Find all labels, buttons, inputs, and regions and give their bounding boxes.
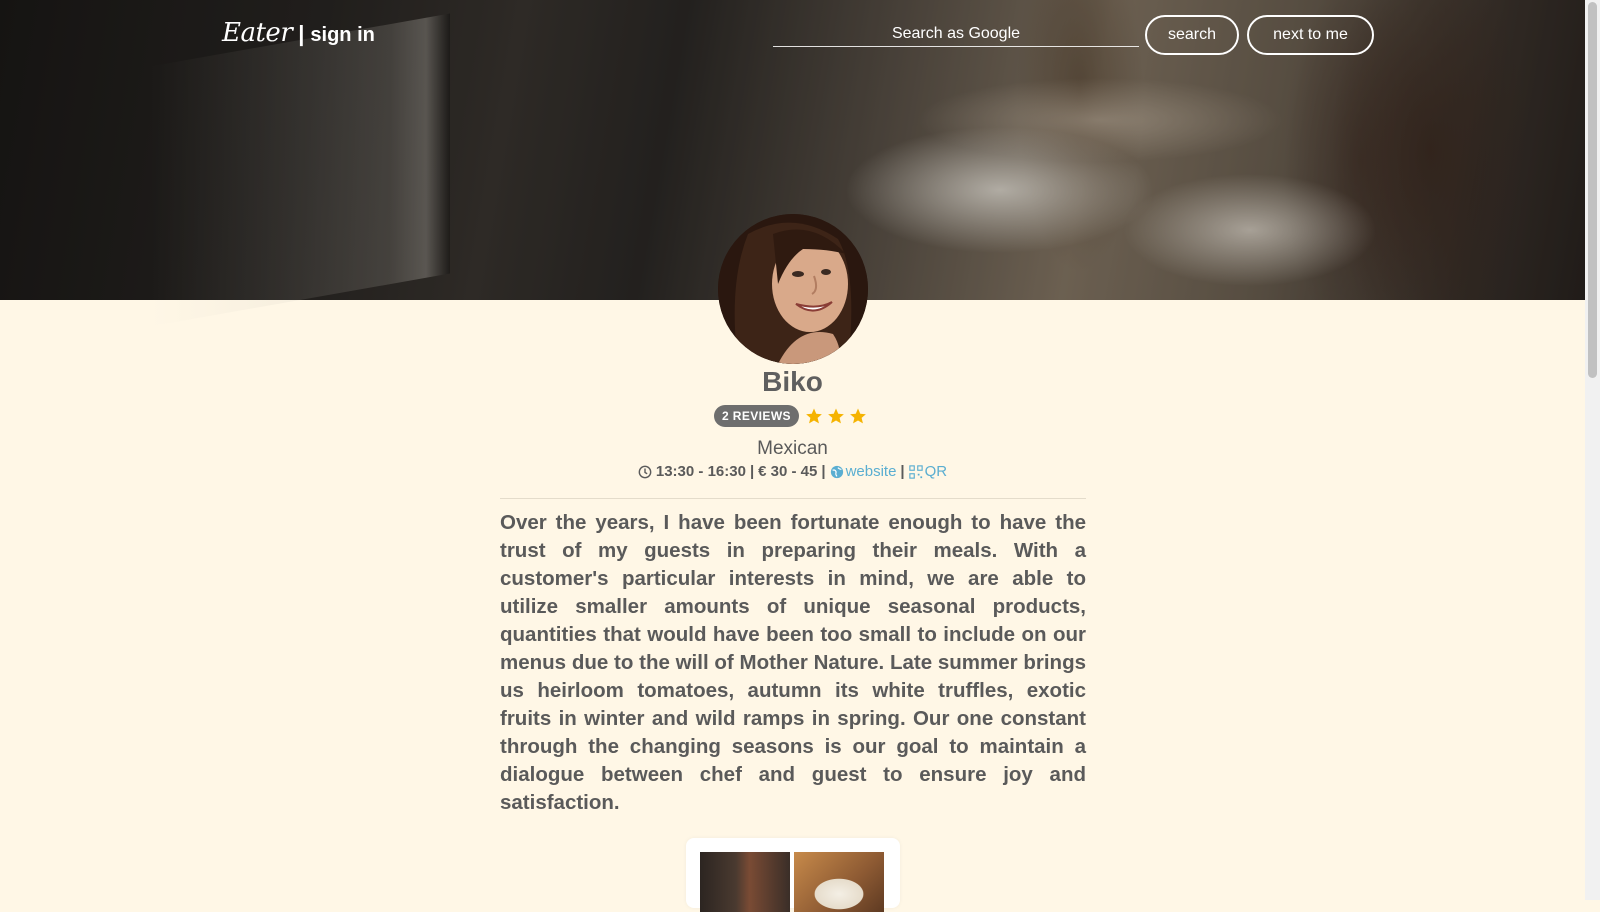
meta-separator: | <box>749 463 755 480</box>
avatar-portrait <box>718 214 868 364</box>
section-divider <box>500 498 1086 499</box>
qr-link[interactable]: QR <box>908 463 948 480</box>
restaurant-description: Over the years, I have been fortunate en… <box>500 511 1086 814</box>
scrollbar-thumb[interactable] <box>1588 2 1597 378</box>
clock-icon <box>638 465 652 479</box>
opening-hours: 13:30 - 16:30 <box>655 463 746 480</box>
star-icon <box>850 408 866 424</box>
gallery-photo-interior[interactable] <box>700 852 790 912</box>
restaurant-meta: 13:30 - 16:30 | € 30 - 45 | website | QR <box>0 463 1585 480</box>
cuisine-label: Mexican <box>757 438 828 459</box>
globe-icon <box>830 465 843 478</box>
website-link[interactable]: website <box>830 463 897 480</box>
page-scrollbar[interactable] <box>1585 0 1600 900</box>
star-rating <box>805 407 871 425</box>
star-icon <box>806 408 822 424</box>
price-range: € 30 - 45 <box>758 463 818 480</box>
qr-icon <box>908 464 923 479</box>
star-icon <box>828 408 844 424</box>
brand-separator: | <box>298 21 305 46</box>
rating-row: 2 REVIEWS <box>714 405 871 427</box>
photo-gallery <box>686 838 900 912</box>
reviews-badge[interactable]: 2 REVIEWS <box>714 405 799 427</box>
meta-separator: | <box>900 463 905 480</box>
brand: Eater | sign in <box>222 18 375 48</box>
meta-separator: | <box>821 463 826 480</box>
search-button[interactable]: search <box>1145 15 1239 55</box>
qr-label[interactable]: QR <box>925 463 948 480</box>
signin-link[interactable]: sign in <box>310 24 374 47</box>
avatar <box>718 214 868 364</box>
search-input[interactable] <box>773 22 1139 47</box>
gallery-photo-dish[interactable] <box>794 852 884 912</box>
next-to-me-button[interactable]: next to me <box>1247 15 1374 55</box>
brand-logo[interactable]: Eater <box>222 18 293 48</box>
restaurant-name: Biko <box>762 366 823 397</box>
website-label[interactable]: website <box>846 463 897 480</box>
